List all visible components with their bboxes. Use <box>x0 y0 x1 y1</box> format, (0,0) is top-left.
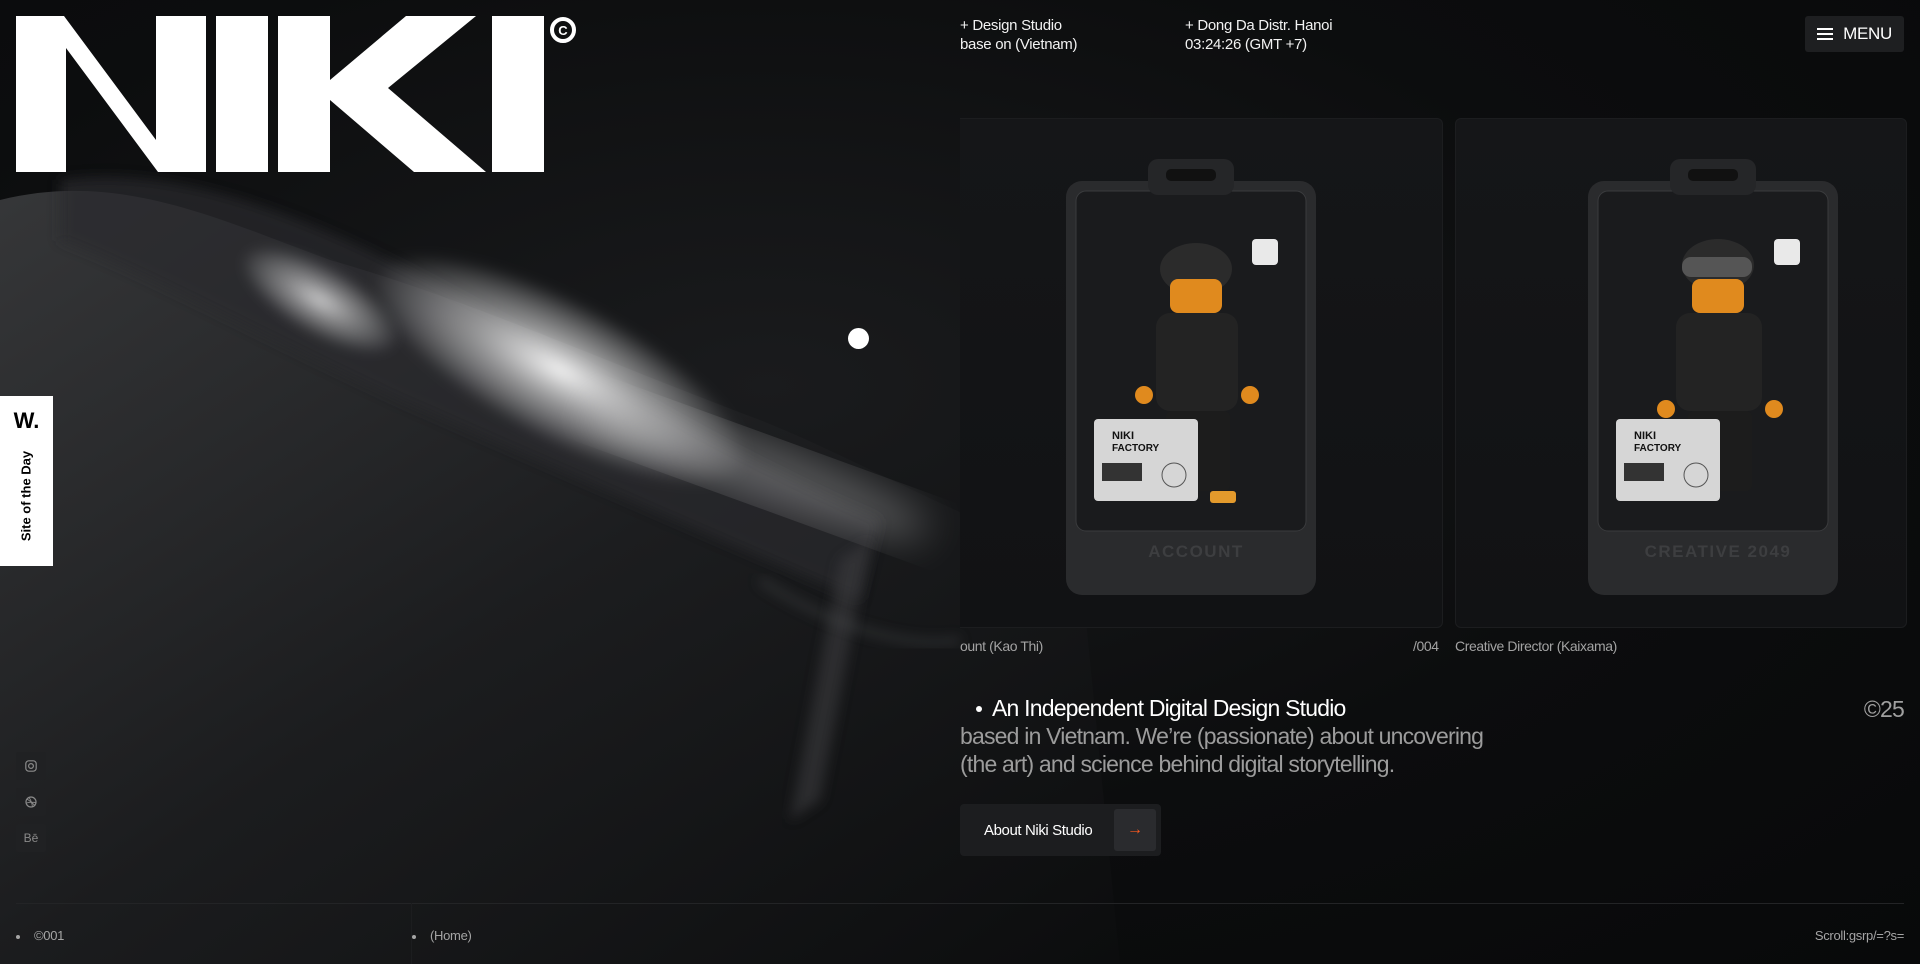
intro-lead: An Independent Digital Design Studio <box>960 694 1520 722</box>
card-1-box-label: ACCOUNT <box>1148 542 1244 561</box>
niki-logo[interactable]: C <box>16 16 576 172</box>
intro-line-2: based in Vietnam. We’re (passionate) abo… <box>960 723 1484 749</box>
dribbble-icon[interactable] <box>16 788 46 816</box>
page: C + Design Studio base on (Vietnam) + Do… <box>0 0 1920 964</box>
intro-text: An Independent Digital Design Studio bas… <box>960 694 1520 778</box>
bullet-icon <box>412 934 416 939</box>
bullet-icon <box>16 934 20 939</box>
studio-line-2: base on (Vietnam) <box>960 36 1078 53</box>
about-niki-studio-button[interactable]: About Niki Studio → <box>960 804 1161 856</box>
creative-toy-image: NIKI FACTORY CREATIVE 2049 <box>1588 159 1838 595</box>
card-1-tag: FACTORY <box>1112 443 1160 454</box>
menu-button[interactable]: MENU <box>1805 16 1904 52</box>
intro-line-3: (the art) and science behind digital sto… <box>960 751 1395 777</box>
site-of-the-day-badge[interactable]: W. Site of the Day <box>0 396 53 566</box>
scroll-indicator: Scroll:gsrp/=?s= <box>1814 928 1904 943</box>
awwwards-logo: W. <box>13 408 40 433</box>
niki-logo-mark: C <box>16 16 576 172</box>
dribbble-glyph <box>25 796 37 808</box>
arrow-right-icon: → <box>1114 809 1156 851</box>
location-info: + Dong Da Distr. Hanoi 03:24:26 (GMT +7) <box>1185 16 1333 54</box>
account-toy-image: NIKI FACTORY ACCOUNT <box>1066 159 1316 595</box>
intro-lead-text: An Independent Digital Design Studio <box>992 695 1346 721</box>
card-2-box-label: CREATIVE 2049 <box>1645 542 1792 561</box>
card-2-brand: NIKI <box>1634 430 1656 442</box>
badge-label: Site of the Day <box>18 450 34 542</box>
about-button-label: About Niki Studio <box>984 821 1093 839</box>
footer-index-label: ©001 <box>34 928 65 943</box>
card-2-tag: FACTORY <box>1634 443 1682 454</box>
studio-line-1: + Design Studio <box>960 17 1062 34</box>
studio-info: + Design Studio base on (Vietnam) <box>960 16 1078 54</box>
behance-glyph: Bē <box>23 831 39 845</box>
menu-label: MENU <box>1843 24 1892 43</box>
svg-text:C: C <box>558 23 568 38</box>
card-1-brand: NIKI <box>1112 430 1134 442</box>
location-line: + Dong Da Distr. Hanoi <box>1185 17 1333 34</box>
card-1-caption: ount (Kao Thi) <box>960 638 1043 654</box>
hamburger-icon <box>1817 28 1834 40</box>
project-card-account[interactable]: NIKI FACTORY ACCOUNT <box>960 118 1443 628</box>
cursor-dot <box>848 328 869 349</box>
behance-icon[interactable]: Bē <box>16 824 46 852</box>
card-2-caption: Creative Director (Kaixama) <box>1455 638 1617 654</box>
instagram-icon[interactable] <box>16 752 46 780</box>
year-label: ©25 <box>1863 696 1905 722</box>
footer-page: (Home) <box>412 928 472 943</box>
local-time: 03:24:26 (GMT +7) <box>1185 36 1307 53</box>
instagram-glyph <box>25 760 37 772</box>
footer-divider <box>16 903 1904 904</box>
card-1-index: /004 <box>1413 638 1439 654</box>
footer-index: ©001 <box>16 928 64 943</box>
footer-page-label: (Home) <box>430 928 472 943</box>
project-card-creative-2049[interactable]: NIKI FACTORY CREATIVE 2049 <box>1455 118 1907 628</box>
